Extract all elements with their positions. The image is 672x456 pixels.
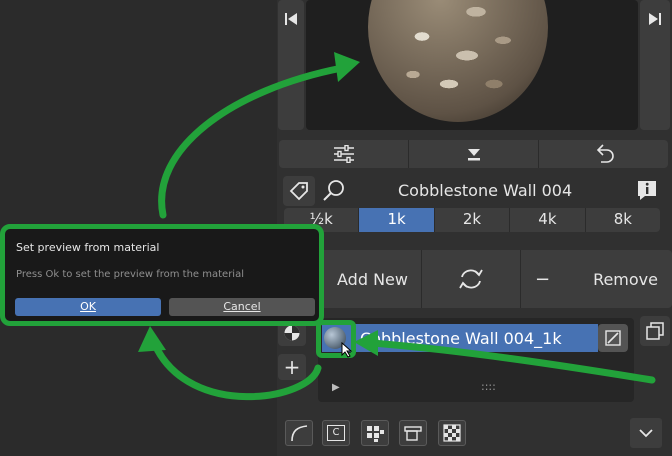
- mouse-cursor-icon: [341, 342, 353, 358]
- cancel-button[interactable]: Cancel: [169, 298, 315, 316]
- dialog-message: Press Ok to set the preview from the mat…: [16, 269, 244, 280]
- confirm-dialog: Set preview from material Press Ok to se…: [0, 224, 324, 326]
- dialog-title: Set preview from material: [16, 241, 160, 254]
- ok-button[interactable]: OK: [15, 298, 161, 316]
